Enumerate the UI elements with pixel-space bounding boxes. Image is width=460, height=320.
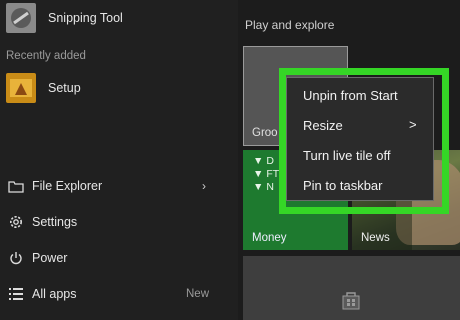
app-snipping-tool[interactable]: Snipping Tool bbox=[0, 3, 123, 33]
ticker-down-row: ▼ D bbox=[253, 155, 274, 167]
new-badge: New bbox=[186, 288, 210, 300]
money-ticker-list: ▼ D ▼ FT ▼ N bbox=[253, 155, 279, 194]
money-tile-label: Money bbox=[252, 232, 287, 244]
gear-icon bbox=[6, 212, 26, 232]
groove-tile-label: Groo bbox=[252, 127, 278, 139]
menu-item-resize[interactable]: Resize bbox=[303, 118, 343, 133]
recently-added-header: Recently added bbox=[6, 50, 86, 62]
power-item[interactable]: Power bbox=[0, 247, 67, 269]
ticker-down-row: ▼ N bbox=[253, 181, 274, 193]
play-explore-header: Play and explore bbox=[245, 18, 335, 32]
menu-item-turn-live-tile-off[interactable]: Turn live tile off bbox=[303, 148, 390, 163]
folder-icon bbox=[6, 176, 26, 196]
settings-label: Settings bbox=[32, 215, 78, 229]
settings-item[interactable]: Settings bbox=[0, 211, 77, 233]
all-apps-label: All apps bbox=[32, 287, 77, 301]
menu-item-pin-to-taskbar[interactable]: Pin to taskbar bbox=[303, 178, 383, 193]
store-tile[interactable] bbox=[243, 256, 460, 320]
file-explorer-label: File Explorer bbox=[32, 179, 103, 193]
arrow-down-icon: ▼ bbox=[253, 168, 264, 180]
setup-label: Setup bbox=[48, 81, 81, 95]
app-setup[interactable]: Setup bbox=[0, 73, 81, 103]
file-explorer-item[interactable]: File Explorer › bbox=[0, 175, 238, 197]
list-icon bbox=[6, 284, 26, 304]
chevron-right-icon: > bbox=[409, 117, 417, 132]
arrow-down-icon: ▼ bbox=[253, 181, 264, 193]
power-icon bbox=[6, 248, 26, 268]
news-tile-label: News bbox=[361, 232, 390, 244]
all-apps-item[interactable]: All apps New bbox=[0, 283, 238, 305]
start-menu-left-pane: Snipping Tool Recently added Setup File … bbox=[0, 0, 238, 320]
arrow-down-icon: ▼ bbox=[253, 155, 264, 167]
menu-item-unpin-from-start[interactable]: Unpin from Start bbox=[303, 88, 398, 103]
setup-icon bbox=[6, 73, 36, 103]
power-label: Power bbox=[32, 251, 68, 265]
ticker-down-row: ▼ FT bbox=[253, 168, 280, 180]
tile-context-menu: Unpin from Start Resize > Turn live tile… bbox=[286, 77, 434, 201]
chevron-right-icon[interactable]: › bbox=[202, 179, 206, 193]
snipping-tool-icon bbox=[6, 3, 36, 33]
snipping-tool-label: Snipping Tool bbox=[48, 11, 123, 25]
store-bag-icon bbox=[340, 290, 362, 315]
